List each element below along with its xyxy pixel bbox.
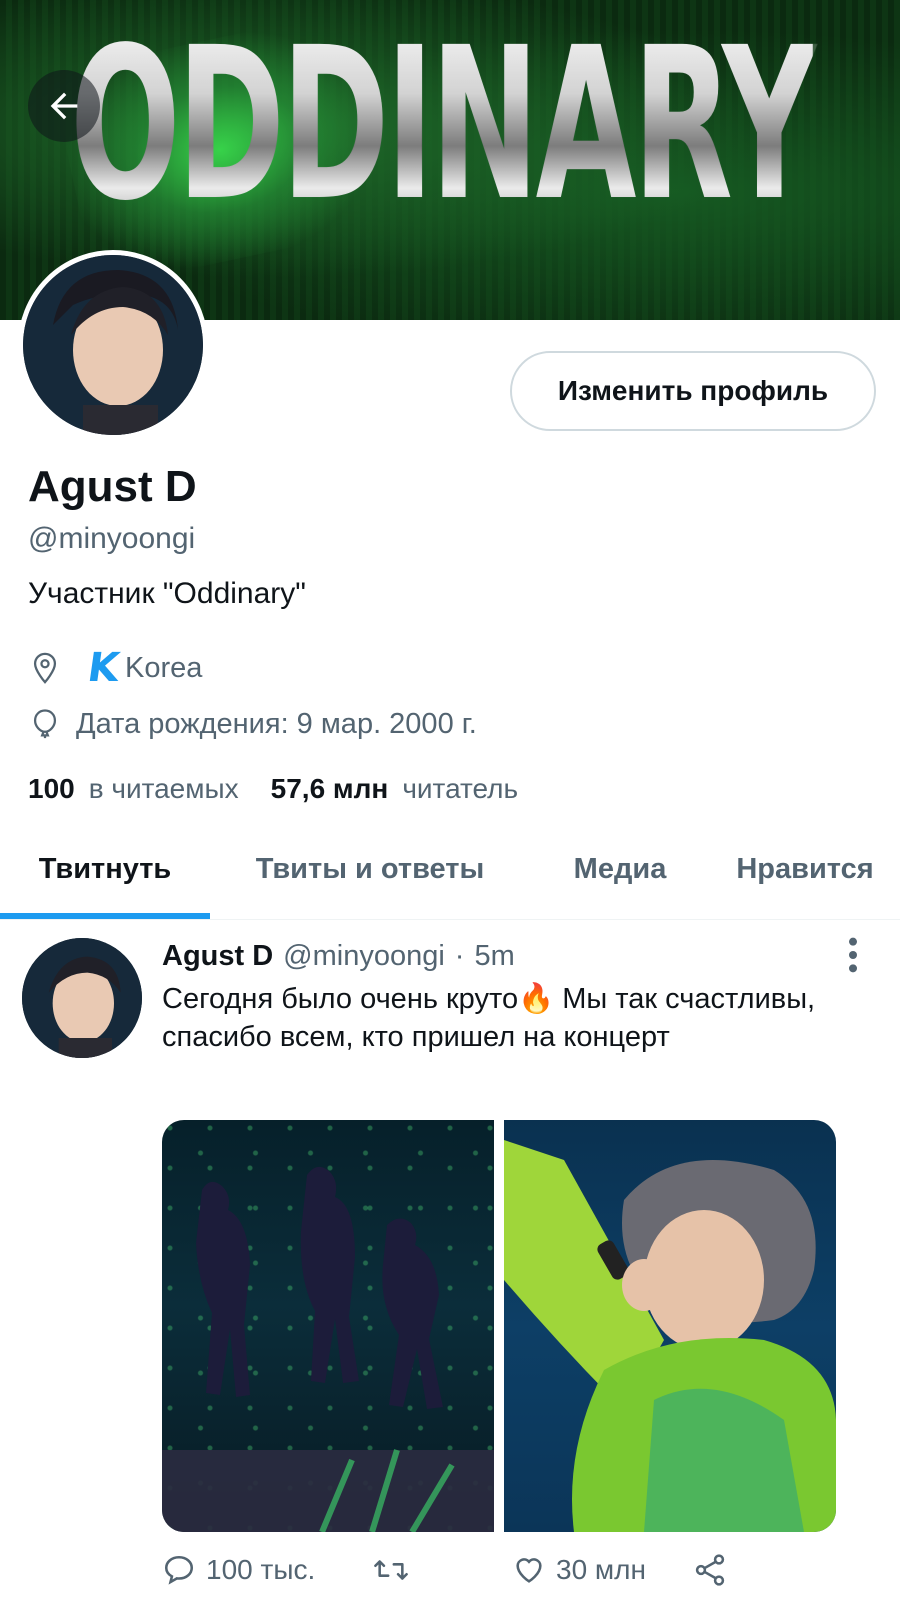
following-label: в читаемых	[88, 773, 239, 804]
share-action[interactable]	[692, 1552, 728, 1588]
birthday-label: Дата рождения: 9 мар. 2000 г.	[76, 707, 477, 740]
tweet-actions: 100 тыс. 30 млн	[162, 1548, 762, 1592]
tweet-media	[162, 1120, 836, 1532]
followers-label: читатель	[402, 773, 519, 804]
tab-tweets-replies[interactable]: Твиты и ответы	[210, 820, 530, 919]
concert-stage-image	[162, 1166, 494, 1532]
profile-stats: 100 в читаемых 57,6 млн читатель	[28, 773, 536, 805]
tweet-time[interactable]: 5m	[474, 940, 514, 973]
balloon-icon	[33, 709, 57, 739]
profile-bio: Участник "Oddinary"	[28, 577, 306, 610]
tweet-author-name[interactable]: Agust D	[162, 940, 273, 973]
profile-tabs: Твитнуть Твиты и ответы Медиа Нравится	[0, 820, 900, 920]
tweet-author-handle[interactable]: @minyoongi	[283, 940, 445, 973]
like-icon	[516, 1558, 542, 1583]
share-icon	[695, 1554, 725, 1586]
tweet-avatar[interactable]	[22, 938, 142, 1058]
tweet-separator: ·	[454, 940, 465, 972]
edit-profile-button[interactable]: Изменить профиль	[510, 351, 876, 431]
profile-avatar[interactable]	[18, 250, 208, 440]
retweet-action[interactable]	[372, 1553, 512, 1587]
tab-likes[interactable]: Нравится	[710, 820, 900, 919]
tab-tweets[interactable]: Твитнуть	[0, 820, 210, 919]
like-action[interactable]: 30 млн	[512, 1553, 692, 1587]
location-pin-icon	[33, 652, 57, 684]
tab-media[interactable]: Медиа	[530, 820, 710, 919]
more-vertical-icon	[849, 937, 857, 973]
tweet-photo-2[interactable]	[504, 1120, 836, 1532]
avatar-portrait	[23, 255, 203, 435]
like-count: 30 млн	[556, 1554, 646, 1585]
location-label: Korea	[125, 651, 203, 684]
profile-name: Agust D	[28, 462, 197, 511]
location-badge-icon: K	[84, 645, 123, 691]
tweet-avatar-portrait	[22, 938, 142, 1058]
tweet-more-button[interactable]	[838, 935, 868, 975]
back-button[interactable]	[28, 70, 100, 142]
back-arrow-icon	[50, 92, 78, 120]
tweet-header: Agust D @minyoongi · 5m	[162, 940, 515, 973]
following-stat[interactable]: 100 в читаемых	[28, 773, 239, 805]
followers-stat[interactable]: 57,6 млн читатель	[271, 773, 518, 805]
profile-handle: @minyoongi	[28, 522, 196, 555]
tweet-text: Сегодня было очень круто🔥 Мы так счастли…	[162, 983, 816, 1053]
retweet-icon	[374, 1560, 408, 1580]
tweet-photo-1[interactable]	[162, 1120, 494, 1532]
followers-count: 57,6 млн	[270, 773, 389, 804]
reply-icon	[164, 1555, 194, 1585]
banner-title: ODDINARY	[70, 2, 816, 247]
profile-location: K Korea	[28, 645, 202, 691]
reply-action[interactable]: 100 тыс.	[162, 1553, 372, 1587]
following-count: 100	[28, 773, 75, 804]
profile-birthday: Дата рождения: 9 мар. 2000 г.	[28, 707, 477, 741]
singer-image	[504, 1140, 836, 1532]
reply-count: 100 тыс.	[206, 1554, 316, 1585]
